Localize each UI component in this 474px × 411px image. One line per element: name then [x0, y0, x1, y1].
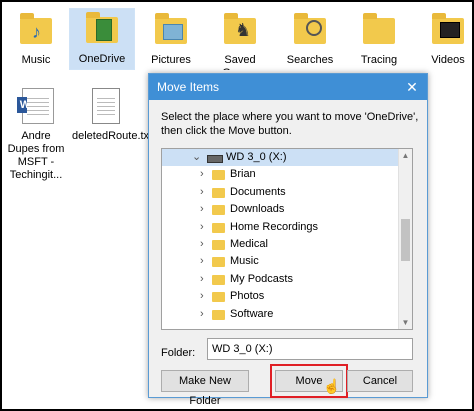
desktop-icon-label: Saved Games — [222, 54, 257, 70]
close-icon[interactable]: ✕ — [397, 74, 427, 100]
desktop-icon-pictures[interactable]: Pictures — [139, 10, 203, 67]
onedrive-folder-icon — [82, 9, 122, 49]
saved-games-folder-icon: ♞ — [220, 10, 260, 50]
dialog-title-bar[interactable]: Move Items ✕ — [149, 74, 427, 100]
word-document-icon: W — [16, 86, 56, 126]
pictures-folder-icon — [151, 10, 191, 50]
tree-item[interactable]: › Downloads — [162, 201, 398, 218]
text-file-icon — [84, 86, 124, 126]
cancel-button[interactable]: Cancel — [347, 370, 413, 392]
drive-icon — [207, 155, 223, 163]
dialog-title: Move Items — [157, 80, 220, 94]
chevron-right-icon[interactable]: › — [200, 184, 204, 201]
tree-item[interactable]: › Home Recordings — [162, 219, 398, 236]
tree-item[interactable]: › Documents — [162, 184, 398, 201]
desktop-icon-videos[interactable]: Videos — [416, 10, 474, 67]
make-new-folder-button[interactable]: Make New Folder — [161, 370, 249, 407]
chevron-right-icon[interactable]: › — [200, 166, 204, 183]
chevron-right-icon[interactable]: › — [200, 236, 204, 253]
folder-icon — [212, 222, 225, 233]
desktop-icon-label: Pictures — [151, 54, 191, 66]
desktop-icon-onedrive[interactable]: OneDrive — [69, 8, 135, 70]
desktop-icon-word-doc[interactable]: W Andre Dupes from MSFT - Techingit... — [4, 86, 68, 182]
tree-item-label: Medical — [230, 237, 268, 250]
chevron-right-icon[interactable]: › — [200, 253, 204, 270]
tree-item-label: Photos — [230, 290, 265, 303]
music-folder-icon: ♪ — [16, 10, 56, 50]
chevron-right-icon[interactable]: › — [200, 271, 204, 288]
mouse-cursor-icon: ☝ — [323, 378, 341, 394]
searches-folder-icon — [290, 10, 330, 50]
desktop-icon-label: Music — [21, 54, 51, 66]
tree-item-label: Brian — [230, 168, 256, 181]
videos-folder-icon — [428, 10, 468, 50]
desktop-icon-label: Tracing — [360, 54, 398, 66]
chevron-down-icon[interactable]: ⌄ — [192, 149, 201, 166]
tree-item-drive[interactable]: ⌄ WD 3_0 (X:) — [162, 149, 398, 167]
desktop-icon-saved-games[interactable]: ♞ Saved Games — [208, 10, 272, 70]
tree-item[interactable]: › Software — [162, 306, 398, 323]
folder-icon — [212, 239, 225, 250]
desktop-icon-label: Andre Dupes from MSFT - Techingit... — [7, 130, 65, 181]
desktop-icon-searches[interactable]: Searches — [278, 10, 342, 67]
chevron-right-icon[interactable]: › — [200, 219, 204, 236]
chevron-right-icon[interactable]: › — [200, 306, 204, 323]
screenshot-frame: ♪ Music OneDrive Pictures ♞ Saved Games … — [0, 0, 474, 411]
dialog-instruction: Select the place where you want to move … — [161, 111, 419, 137]
tree-item-label: WD 3_0 (X:) — [226, 151, 287, 163]
tree-item-label: Downloads — [230, 203, 285, 216]
tree-item[interactable]: › Brian — [162, 166, 398, 183]
tree-item[interactable]: › Music — [162, 253, 398, 270]
tree-item-label: Documents — [230, 185, 286, 198]
folder-field-label: Folder: — [161, 347, 196, 359]
tree-item-label: Software — [230, 307, 274, 320]
desktop-icon-music[interactable]: ♪ Music — [4, 10, 68, 67]
folder-tree[interactable]: ⌄ WD 3_0 (X:) › Brian › Documents › Down… — [161, 148, 413, 330]
desktop-icon-label: OneDrive — [78, 53, 126, 65]
folder-icon — [212, 205, 225, 216]
scroll-up-icon[interactable]: ▲ — [399, 151, 412, 160]
move-items-dialog: Move Items ✕ Select the place where you … — [148, 73, 428, 407]
tracing-folder-icon — [359, 10, 399, 50]
tree-item[interactable]: › My Podcasts — [162, 271, 398, 288]
desktop-icon-tracing[interactable]: Tracing — [347, 10, 411, 67]
folder-icon — [212, 170, 225, 181]
folder-icon — [212, 292, 225, 303]
chevron-right-icon[interactable]: › — [200, 288, 204, 305]
folder-icon — [212, 187, 225, 198]
tree-item-label: Home Recordings — [230, 220, 319, 233]
folder-field[interactable]: WD 3_0 (X:) — [207, 338, 413, 360]
desktop-icon-label: Videos — [431, 54, 465, 66]
scrollbar-thumb[interactable] — [401, 219, 410, 261]
desktop-icon-text-file[interactable]: deletedRoute.txt — [72, 86, 153, 143]
tree-item-label: Music — [230, 255, 259, 268]
desktop-icon-label: Searches — [286, 54, 334, 66]
desktop-icon-label: deletedRoute.txt — [72, 130, 153, 142]
chevron-right-icon[interactable]: › — [200, 201, 204, 218]
tree-item[interactable]: › Medical — [162, 236, 398, 253]
tree-item-label: My Podcasts — [230, 272, 293, 285]
tree-item[interactable]: › Photos — [162, 288, 398, 305]
scroll-down-icon[interactable]: ▼ — [399, 318, 412, 327]
tree-scrollbar[interactable]: ▲ ▼ — [398, 149, 412, 329]
folder-icon — [212, 309, 225, 320]
folder-icon — [212, 257, 225, 268]
folder-icon — [212, 274, 225, 285]
